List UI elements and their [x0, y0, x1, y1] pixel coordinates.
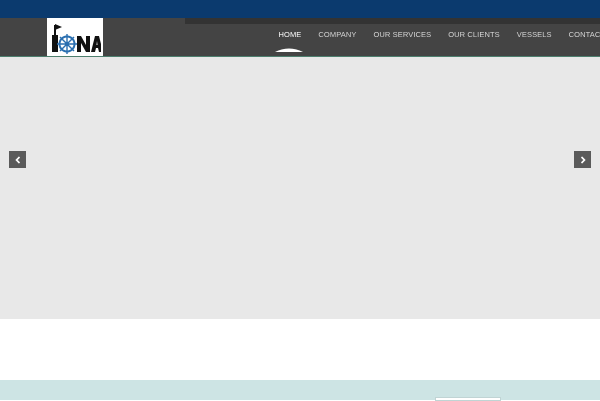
content-band	[0, 380, 600, 400]
slider-prev-button[interactable]	[9, 151, 26, 168]
nav-item-our-services[interactable]: OUR SERVICES	[373, 30, 431, 39]
main-nav: HOME COMPANY OUR SERVICES OUR CLIENTS VE…	[270, 28, 600, 40]
top-bar	[0, 0, 600, 18]
ship-wheel-icon	[52, 24, 101, 54]
slider-next-button[interactable]	[574, 151, 591, 168]
nav-item-vessels[interactable]: VESSELS	[517, 30, 552, 39]
nav-item-our-clients[interactable]: OUR CLIENTS	[448, 30, 500, 39]
header-shade	[185, 18, 600, 24]
nav-item-company[interactable]: COMPANY	[318, 30, 356, 39]
nav-item-home[interactable]: HOME	[279, 30, 302, 39]
chevron-right-icon	[580, 155, 586, 164]
chevron-left-icon	[14, 155, 20, 164]
active-nav-indicator	[275, 48, 303, 52]
hero-slider	[0, 56, 600, 319]
nav-item-contact[interactable]: CONTACT	[569, 30, 600, 39]
band-box	[435, 397, 501, 401]
